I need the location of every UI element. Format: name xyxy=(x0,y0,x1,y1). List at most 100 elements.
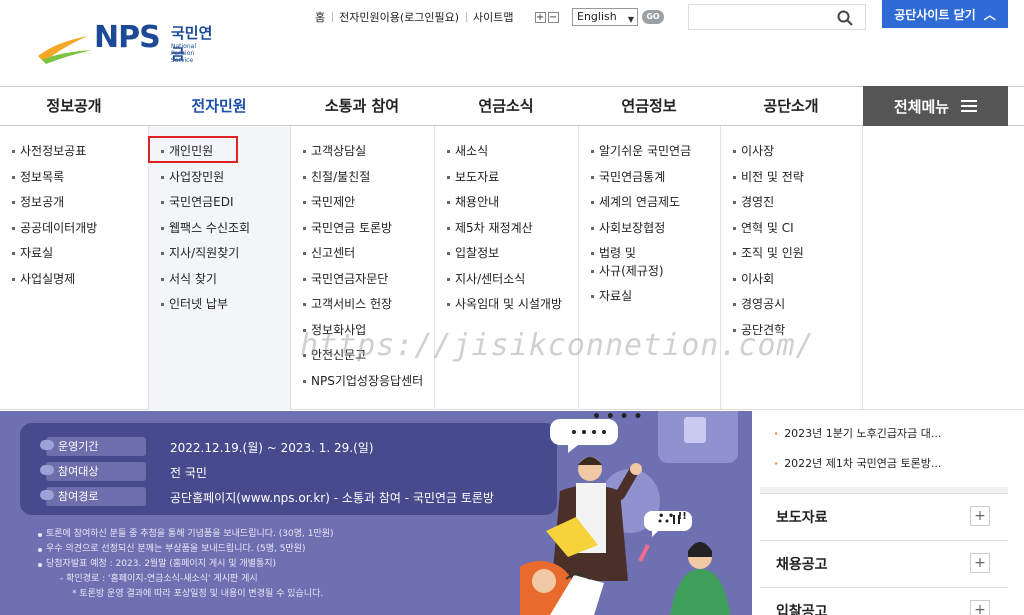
close-site-label: 공단사이트 닫기 xyxy=(894,7,976,22)
menu-item[interactable]: 비전 및 전략 xyxy=(721,168,862,194)
menu-col-e-civil: 개인민원 사업장민원 국민연금EDI 웹팩스 수신조회 지사/직원찾기 서식 찾… xyxy=(148,126,290,410)
menu-item[interactable]: 웹팩스 수신조회 xyxy=(149,219,290,245)
bubble-dots-text: • • • • xyxy=(592,411,643,425)
language-value: English xyxy=(577,10,617,23)
menu-item[interactable]: 사업실명제 xyxy=(0,270,148,296)
all-menu-button[interactable]: 전체메뉴 xyxy=(863,86,1008,126)
note-line: - 확인경로 : '홈페이지-연금소식-새소식' 게시판 게시 xyxy=(60,574,258,584)
menu-col-about: 이사장 비전 및 전략 경영진 연혁 및 CI 조직 및 인원 이사회 경영공시… xyxy=(720,126,862,410)
menu-item[interactable]: 채용안내 xyxy=(435,193,578,219)
menu-item[interactable]: 사업장민원 xyxy=(149,168,290,194)
logo-english-text: National Pension Service xyxy=(171,43,197,64)
menu-item[interactable]: 이사장 xyxy=(721,142,862,168)
target-value: 전 국민 xyxy=(170,466,207,480)
menu-item[interactable]: 연혁 및 CI xyxy=(721,219,862,245)
page: NPS 국민연금 National Pension Service 홈 전자민원… xyxy=(0,0,1024,615)
menu-item[interactable]: 인터넷 납부 xyxy=(149,295,290,321)
menu-item[interactable]: 조직 및 인원 xyxy=(721,244,862,270)
logo-mark-text: NPS xyxy=(94,20,161,55)
menu-item[interactable]: 제5차 재정계산 xyxy=(435,219,578,245)
search-icon[interactable] xyxy=(837,10,853,26)
zoom-out-button[interactable]: − xyxy=(547,11,559,23)
nav-communication[interactable]: 소통과 참여 xyxy=(290,87,434,125)
menu-item[interactable]: 사전정보공표 xyxy=(0,142,148,168)
accordion-press-release[interactable]: 보도자료 + xyxy=(760,493,1008,539)
menu-item[interactable]: 국민연금통계 xyxy=(579,168,720,194)
note-line: 당첨자발표 예정 : 2023. 2월말 (홈페이지 게시 및 개별통지) xyxy=(38,557,334,572)
menu-item[interactable]: 지사/센터소식 xyxy=(435,270,578,296)
search-input[interactable] xyxy=(688,4,866,30)
menu-item[interactable]: 지사/직원찾기 xyxy=(149,244,290,270)
nav-e-civil[interactable]: 전자민원 xyxy=(148,87,290,125)
plus-icon[interactable]: + xyxy=(970,600,990,615)
route-tag: 참여경로 xyxy=(40,487,146,506)
menu-item[interactable]: 공공데이터개방 xyxy=(0,219,148,245)
menu-item[interactable]: 경영진 xyxy=(721,193,862,219)
menu-item[interactable]: 국민제안 xyxy=(291,193,434,219)
accordion-bid[interactable]: 입찰공고 + xyxy=(760,587,1008,615)
nps-swoosh-icon xyxy=(38,36,92,64)
event-banner[interactable]: 운영기간 2022.12.19.(월) ~ 2023. 1. 29.(일) 참여… xyxy=(0,411,752,615)
menu-item[interactable]: NPS기업성장응답센터 xyxy=(291,372,434,398)
menu-item[interactable]: 신고센터 xyxy=(291,244,434,270)
menu-item[interactable]: 정보공개 xyxy=(0,193,148,219)
menu-item[interactable]: 고객서비스 헌장 xyxy=(291,295,434,321)
accordion-title: 채용공고 xyxy=(776,557,828,573)
utility-links: 홈 전자민원이용(로그인필요) 사이트맵 + − xyxy=(308,8,559,26)
accordion-title: 입찰공고 xyxy=(776,604,828,615)
watermark-text: https://jisikconnetion.com/ xyxy=(300,328,815,363)
plus-icon[interactable]: + xyxy=(970,553,990,573)
accordion-title: 보도자료 xyxy=(776,510,828,526)
menu-item[interactable]: 입찰정보 xyxy=(435,244,578,270)
menu-item[interactable]: 사회보장협정 xyxy=(579,219,720,245)
nav-pension-info[interactable]: 연금정보 xyxy=(578,87,720,125)
hamburger-icon xyxy=(961,100,978,112)
highlight-box xyxy=(148,136,238,163)
menu-item[interactable]: 국민연금EDI xyxy=(149,193,290,219)
menu-item[interactable]: 정보목록 xyxy=(0,168,148,194)
menu-item[interactable]: 국민연금자문단 xyxy=(291,270,434,296)
period-value: 2022.12.19.(월) ~ 2023. 1. 29.(일) xyxy=(170,441,374,455)
menu-item[interactable]: 사옥임대 및 시설개방 xyxy=(435,295,578,321)
accordion-recruitment[interactable]: 채용공고 + xyxy=(760,540,1008,586)
home-link[interactable]: 홈 xyxy=(308,9,332,25)
menu-item[interactable]: 자료실 xyxy=(579,287,720,313)
menu-item[interactable]: 세계의 연금제도 xyxy=(579,193,720,219)
bubble-exclaim-text: • • !! xyxy=(658,511,687,522)
news-item[interactable]: 2023년 1분기 노후긴급자금 대... xyxy=(774,425,941,441)
language-select[interactable]: English ▼ xyxy=(572,8,638,26)
menu-item[interactable]: 법령 및 xyxy=(579,244,720,262)
nav-pension-news[interactable]: 연금소식 xyxy=(434,87,578,125)
menu-item[interactable]: 친절/불친절 xyxy=(291,168,434,194)
note-line: 우수 의견으로 선정되신 분께는 부상품을 보내드립니다. (5명, 5만원) xyxy=(38,542,334,557)
nps-logo[interactable]: NPS 국민연금 National Pension Service xyxy=(36,16,216,64)
menu-item[interactable]: 이사회 xyxy=(721,270,862,296)
menu-col-pension-info: 알기쉬운 국민연금 국민연금통계 세계의 연금제도 사회보장협정 법령 및 사규… xyxy=(578,126,720,410)
nav-about[interactable]: 공단소개 xyxy=(720,87,862,125)
news-item[interactable]: 2022년 제1차 국민연금 토론방... xyxy=(774,455,941,471)
zoom-in-button[interactable]: + xyxy=(534,11,546,23)
menu-item[interactable]: 보도자료 xyxy=(435,168,578,194)
menu-item[interactable]: 고객상담실 xyxy=(291,142,434,168)
people-illustration xyxy=(520,411,738,615)
menu-col-communication: 고객상담실 친절/불친절 국민제안 국민연금 토론방 신고센터 국민연금자문단 … xyxy=(290,126,434,410)
menu-item-continued[interactable]: 사규(제규정) xyxy=(579,262,720,287)
menu-item[interactable]: 경영공시 xyxy=(721,295,862,321)
go-button[interactable]: GO xyxy=(642,10,664,24)
e-civil-link[interactable]: 전자민원이용(로그인필요) xyxy=(332,9,466,25)
menu-item[interactable]: 국민연금 토론방 xyxy=(291,219,434,245)
menu-item[interactable]: 자료실 xyxy=(0,244,148,270)
menu-col-news: 새소식 보도자료 채용안내 제5차 재정계산 입찰정보 지사/센터소식 사옥임대… xyxy=(434,126,578,410)
note-line: 토론에 참여하신 분들 중 추첨을 통해 기념품을 보내드립니다. (30명, … xyxy=(38,527,334,542)
nav-info-disclosure[interactable]: 정보공개 xyxy=(0,87,148,125)
mega-menu: 사전정보공표 정보목록 정보공개 공공데이터개방 자료실 사업실명제 개인민원 … xyxy=(0,126,1024,410)
menu-item[interactable]: 서식 찾기 xyxy=(149,270,290,296)
close-site-button[interactable]: 공단사이트 닫기 ︿ xyxy=(882,0,1008,28)
plus-icon[interactable]: + xyxy=(970,506,990,526)
period-tag: 운영기간 xyxy=(40,437,146,456)
target-tag: 참여대상 xyxy=(40,462,146,481)
menu-item[interactable]: 알기쉬운 국민연금 xyxy=(579,142,720,168)
sitemap-link[interactable]: 사이트맵 xyxy=(466,9,520,25)
menu-item[interactable]: 새소식 xyxy=(435,142,578,168)
main-nav: 정보공개 전자민원 소통과 참여 연금소식 연금정보 공단소개 전체메뉴 xyxy=(0,86,1024,126)
